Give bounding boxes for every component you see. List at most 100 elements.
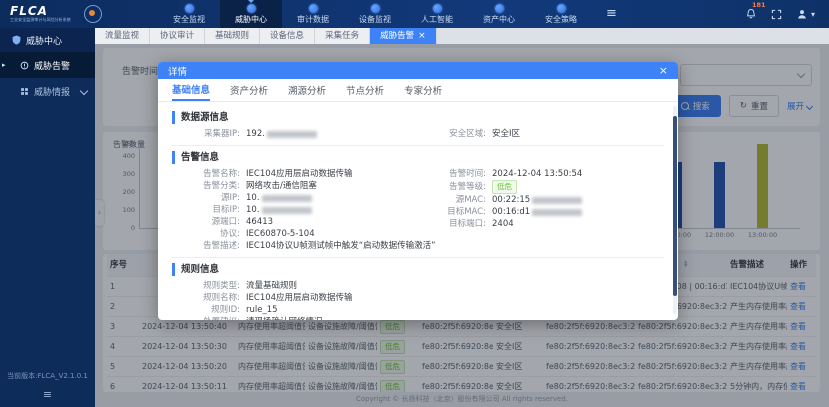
- nav-item-asset-center[interactable]: 资产中心: [468, 0, 530, 28]
- field-value: 2404: [492, 218, 514, 230]
- field-row: 告警分类:网络攻击/通信阻塞: [172, 180, 418, 192]
- field-row: 源MAC:00:22:15: [418, 194, 664, 206]
- field-value: 10.: [246, 192, 260, 204]
- field-value: 192.: [246, 128, 265, 140]
- tab-label: 设备信息: [270, 31, 304, 41]
- field-value: 流量基础规则: [246, 280, 297, 292]
- sidebar-item-threat-intel[interactable]: 威胁情报: [0, 78, 95, 104]
- nav-label: 安全策略: [545, 14, 577, 25]
- field-label: 告警名称:: [172, 168, 240, 180]
- nav-label: 安全监视: [173, 14, 205, 25]
- sidebar-collapse-icon[interactable]: ≡: [0, 388, 95, 401]
- field-row: 目标IP:10.: [172, 204, 418, 216]
- modal-tab-asset-analysis[interactable]: 资产分析: [230, 79, 268, 101]
- field-row: 目标端口:2404: [418, 218, 664, 230]
- nav-item-audit-data[interactable]: 审计数据: [282, 0, 344, 28]
- field-value: 请现场确认网络情况: [246, 316, 323, 320]
- fullscreen-icon[interactable]: [771, 9, 782, 20]
- app-screen: FLCA 工业安全监测审计与风险分析系统 安全监视 威胁中心 审计数据 设备监视…: [0, 0, 829, 407]
- close-tab-icon[interactable]: ×: [418, 28, 426, 44]
- field-row: 规则ID: rule_15: [172, 304, 664, 316]
- nav-label: 审计数据: [297, 14, 329, 25]
- audit-data-icon: [309, 4, 318, 13]
- tab-label: 协议审计: [160, 31, 194, 41]
- field-row: 安全区域:安全Ⅰ区: [418, 128, 664, 140]
- field-label: 规则ID:: [172, 304, 240, 316]
- tab-threat-alert[interactable]: 威胁告警 ×: [370, 28, 437, 44]
- field-label: 目标MAC:: [418, 206, 486, 218]
- severity-badge: 低危: [492, 180, 517, 194]
- modal-title: 详情: [168, 64, 187, 78]
- menu-hamburger-icon[interactable]: ≡: [606, 0, 617, 28]
- modal-tab-trace-analysis[interactable]: 溯源分析: [288, 79, 326, 101]
- field-value: IEC60870-5-104: [246, 228, 315, 240]
- tab-label: 威胁告警: [380, 28, 414, 44]
- field-value: 安全Ⅰ区: [492, 128, 520, 140]
- sidebar-group-threat-center[interactable]: 威胁中心: [0, 28, 95, 52]
- nav-label: 人工智能: [421, 14, 453, 25]
- threat-center-icon: [247, 4, 256, 13]
- tab-collect-task[interactable]: 采集任务: [315, 28, 370, 44]
- close-icon[interactable]: ×: [659, 64, 668, 77]
- alert-info-fields: 告警名称:IEC104应用层启动数据传输告警分类:网络攻击/通信阻塞源IP:10…: [172, 168, 664, 252]
- field-value: IEC104协议U帧测试帧中触发“启动数据传输激活”: [246, 240, 436, 252]
- user-menu[interactable]: ▾: [796, 8, 815, 20]
- sidebar-item-threat-alert[interactable]: ▸ 威胁告警: [0, 52, 95, 78]
- redacted-value: [267, 131, 317, 138]
- field-value: 网络攻击/通信阻塞: [246, 180, 317, 192]
- field-label: 告警等级:: [418, 181, 486, 193]
- nav-item-threat-center[interactable]: 威胁中心: [220, 0, 282, 28]
- tab-label: 基础规则: [215, 31, 249, 41]
- redacted-value: [532, 209, 582, 216]
- tab-basic-rules[interactable]: 基础规则: [205, 28, 260, 44]
- nav-item-ai[interactable]: 人工智能: [406, 0, 468, 28]
- field-value: rule_15: [246, 304, 278, 316]
- modal-scrollbar[interactable]: [673, 106, 677, 314]
- version-text: 当前版本:FLCA_V2.1.0.1: [0, 371, 95, 381]
- datasource-fields: 采集器IP:192. 安全区域:安全Ⅰ区: [172, 128, 664, 140]
- field-value: 00:22:15: [492, 194, 530, 206]
- notification-bell[interactable]: 181: [745, 8, 757, 20]
- intel-grid-icon: [20, 87, 29, 96]
- redacted-value: [262, 207, 312, 214]
- nav-item-security-monitor[interactable]: 安全监视: [158, 0, 220, 28]
- field-value: 00:16:d1: [492, 206, 530, 218]
- modal-body: 数据源信息 采集器IP:192. 安全区域:安全Ⅰ区 告警信息 告警名称:IEC…: [158, 102, 678, 320]
- tab-protocol-audit[interactable]: 协议审计: [150, 28, 205, 44]
- nav-label: 设备监视: [359, 14, 391, 25]
- device-monitor-icon: [371, 4, 380, 13]
- nav-label: 资产中心: [483, 14, 515, 25]
- field-row: 规则名称:IEC104应用层启动数据传输: [172, 292, 664, 304]
- field-label: 协议:: [172, 228, 240, 240]
- nav-label: 威胁中心: [235, 14, 267, 25]
- logo-text: FLCA 工业安全监测审计与风险分析系统: [10, 5, 78, 23]
- logo-subtitle: 工业安全监测审计与风险分析系统: [10, 17, 71, 22]
- section-title-alert-info: 告警信息: [172, 151, 664, 164]
- field-label: 目标IP:: [172, 204, 240, 216]
- app-logo: FLCA 工业安全监测审计与风险分析系统: [0, 5, 158, 23]
- nav-item-security-policy[interactable]: 安全策略: [530, 0, 592, 28]
- nav-item-device-monitor[interactable]: 设备监视: [344, 0, 406, 28]
- alert-icon: [20, 61, 29, 70]
- modal-tab-node-analysis[interactable]: 节点分析: [346, 79, 384, 101]
- field-label: 处置建议:: [172, 316, 240, 320]
- modal-tab-basic-info[interactable]: 基础信息: [172, 79, 210, 101]
- section-title-datasource: 数据源信息: [172, 111, 664, 124]
- tab-label: 流量监视: [105, 31, 139, 41]
- asset-center-icon: [495, 4, 504, 13]
- ai-icon: [433, 4, 442, 13]
- page-tabbar: 流量监视 协议审计 基础规则 设备信息 采集任务 威胁告警 ×: [95, 28, 829, 44]
- scrollbar-thumb[interactable]: [673, 116, 677, 296]
- field-value: IEC104应用层启动数据传输: [246, 292, 353, 304]
- tab-traffic-monitor[interactable]: 流量监视: [95, 28, 150, 44]
- tab-device-info[interactable]: 设备信息: [260, 28, 315, 44]
- navbar-right-tools: 181 ▾: [745, 8, 829, 20]
- security-monitor-icon: [185, 4, 194, 13]
- sidebar-item-label: 威胁情报: [34, 85, 70, 98]
- modal-tab-expert-analysis[interactable]: 专家分析: [404, 79, 442, 101]
- left-sidebar: 威胁中心 ▸ 威胁告警 威胁情报 当前版本:FLCA_V2.1.0.1 ≡: [0, 28, 95, 407]
- field-row: 处置建议: 请现场确认网络情况: [172, 316, 664, 320]
- redacted-value: [532, 197, 582, 204]
- logo-emblem-icon: [84, 5, 102, 23]
- field-label: 源端口:: [172, 216, 240, 228]
